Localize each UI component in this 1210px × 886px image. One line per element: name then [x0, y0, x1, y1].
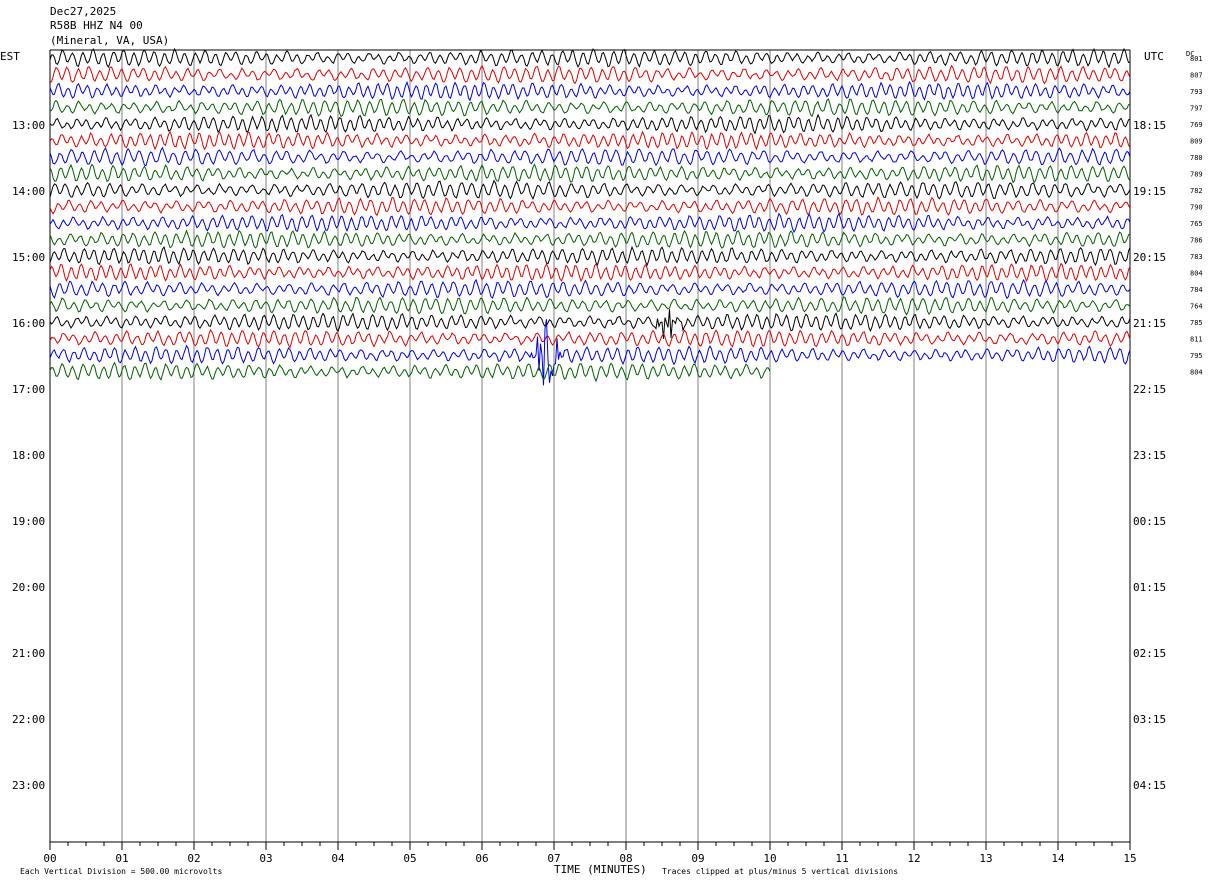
dc-offset-value: 765	[1190, 220, 1203, 228]
dc-offset-value: 790	[1190, 204, 1203, 212]
plot-grid	[49, 49, 1131, 843]
x-tick-label: 03	[259, 852, 272, 865]
seismic-trace	[49, 113, 1131, 135]
trace-group	[49, 47, 1131, 386]
seismic-trace	[49, 212, 1131, 234]
seismic-trace	[49, 278, 1131, 300]
right-hour-label: 00:15	[1133, 515, 1166, 528]
x-tick-label: 05	[403, 852, 416, 865]
seismic-trace	[49, 195, 1131, 217]
right-hour-label: 04:15	[1133, 779, 1166, 792]
dc-offset-value: 789	[1190, 171, 1203, 179]
x-tick-label: 00	[43, 852, 56, 865]
seismic-trace	[49, 130, 1131, 151]
dc-offset-value: 782	[1190, 187, 1203, 195]
dc-offset-value: 801	[1190, 55, 1203, 63]
right-hour-label: 03:15	[1133, 713, 1166, 726]
x-tick-label: 04	[331, 852, 345, 865]
right-hour-label: 18:15	[1133, 119, 1166, 132]
dc-offset-value: 809	[1190, 138, 1203, 146]
right-hour-label: 19:15	[1133, 185, 1166, 198]
left-hour-label: 16:00	[12, 317, 45, 330]
seismic-trace	[49, 262, 1131, 283]
dc-offset-value: 795	[1190, 352, 1203, 360]
x-tick-label: 09	[691, 852, 704, 865]
right-hour-label: 02:15	[1133, 647, 1166, 660]
dc-offset-value: 786	[1190, 237, 1203, 245]
right-hour-label: 01:15	[1133, 581, 1166, 594]
x-tick-label: 14	[1051, 852, 1065, 865]
left-hour-label: 20:00	[12, 581, 45, 594]
seismic-trace	[49, 98, 1131, 118]
x-tick-label: 12	[907, 852, 920, 865]
dc-offset-value: 780	[1190, 154, 1203, 162]
left-hour-label: 14:00	[12, 185, 45, 198]
x-tick-label: 11	[835, 852, 848, 865]
clip-note: Traces clipped at plus/minus 5 vertical …	[662, 867, 898, 876]
dc-offset-value: 784	[1190, 286, 1203, 294]
seismic-trace	[49, 64, 1131, 85]
right-hour-label: 23:15	[1133, 449, 1166, 462]
left-hour-label: 17:00	[12, 383, 45, 396]
dc-offset-value: 764	[1190, 303, 1203, 311]
seismic-trace	[49, 229, 1131, 249]
left-hour-label: 23:00	[12, 779, 45, 792]
left-hour-label: 13:00	[12, 119, 45, 132]
left-hour-label: 21:00	[12, 647, 45, 660]
seismic-trace	[49, 309, 1131, 339]
seismic-trace	[49, 163, 1131, 184]
x-tick-label: 15	[1123, 852, 1136, 865]
seismogram-chart: 00 01 02 03 04 05 06 07 08 09 10 11 12 13 14 1513:0014:…	[0, 47, 1203, 876]
dc-offset-value: 783	[1190, 253, 1203, 261]
dc-offset-value: 793	[1190, 88, 1203, 96]
left-hour-label: 18:00	[12, 449, 45, 462]
left-zone-label: EST	[0, 50, 20, 63]
right-zone-label: UTC	[1144, 50, 1164, 63]
dc-offset-value: 804	[1190, 369, 1203, 377]
left-hour-label: 15:00	[12, 251, 45, 264]
x-tick-label: 10	[763, 852, 776, 865]
right-hour-label: 21:15	[1133, 317, 1166, 330]
dc-offset-value: 797	[1190, 105, 1203, 113]
seismic-trace	[49, 146, 1131, 167]
right-hour-label: 22:15	[1133, 383, 1166, 396]
seismic-trace	[49, 179, 1131, 200]
x-tick-label: 13	[979, 852, 992, 865]
x-tick-label: 02	[187, 852, 200, 865]
dc-offset-value: 769	[1190, 121, 1203, 129]
seismic-trace	[49, 329, 1131, 349]
seismic-trace	[49, 245, 1131, 267]
seismic-trace	[49, 319, 1131, 386]
dc-offset-value: 804	[1190, 270, 1203, 278]
x-tick-label: 06	[475, 852, 488, 865]
dc-offset-value: 785	[1190, 319, 1203, 327]
left-hour-label: 19:00	[12, 515, 45, 528]
dc-offset-value: 807	[1190, 72, 1203, 80]
scale-note: Each Vertical Division = 500.00 microvol…	[20, 867, 222, 876]
x-tick-label: 01	[115, 852, 128, 865]
seismic-trace	[49, 296, 1131, 316]
seismic-trace	[49, 80, 1131, 102]
dc-offset-value: 811	[1190, 336, 1203, 344]
right-hour-label: 20:15	[1133, 251, 1166, 264]
seismic-trace	[49, 47, 1131, 69]
x-axis-title: TIME (MINUTES)	[554, 863, 647, 876]
left-hour-label: 22:00	[12, 713, 45, 726]
